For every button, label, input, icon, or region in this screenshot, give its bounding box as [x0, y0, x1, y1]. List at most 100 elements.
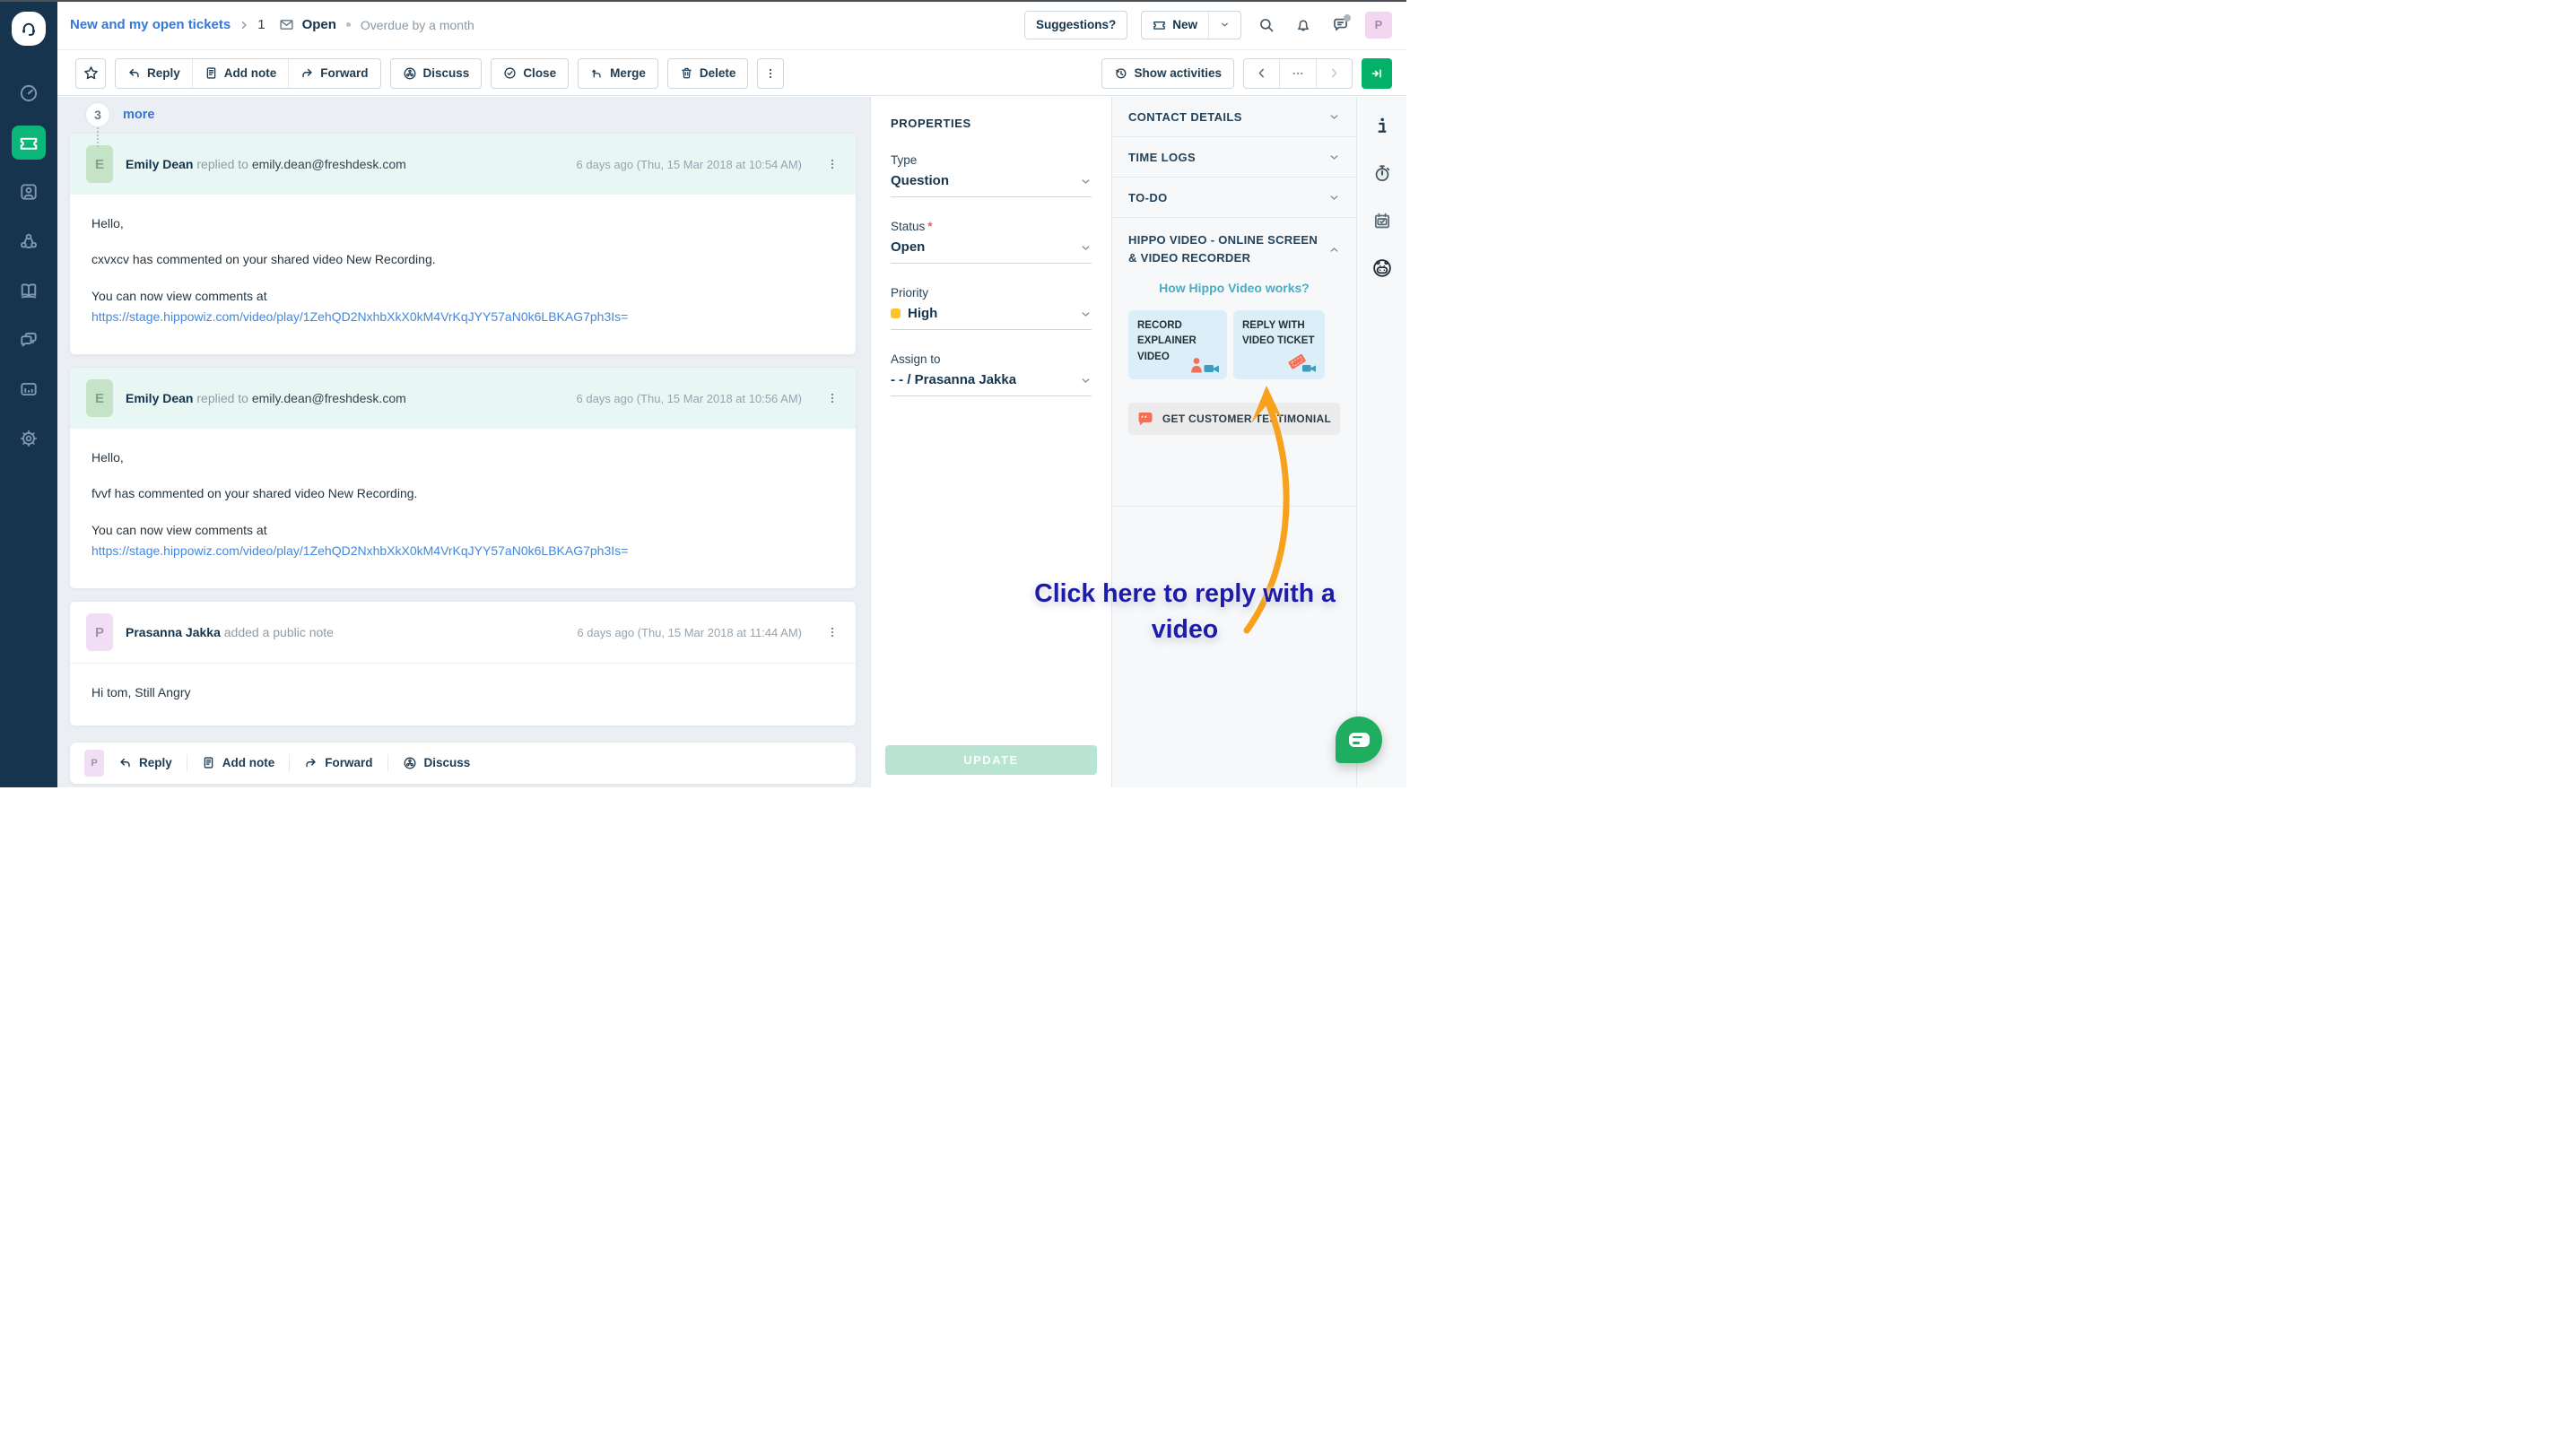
- kebab-icon: [826, 392, 839, 404]
- note-text: Hi tom, Still Angry: [91, 683, 834, 701]
- message-body: Hi tom, Still Angry: [70, 664, 856, 725]
- ellipsis-icon: [1292, 67, 1304, 80]
- sidebar-item-contacts[interactable]: [12, 175, 46, 209]
- hippo-section-header[interactable]: HIPPO VIDEO - ONLINE SCREEN & VIDEO RECO…: [1128, 231, 1340, 266]
- sidebar: [0, 0, 57, 787]
- collapsed-count-badge[interactable]: 3: [85, 102, 110, 127]
- show-activities-button[interactable]: Show activities: [1102, 59, 1233, 88]
- collapse-panel-button[interactable]: [1362, 58, 1392, 89]
- contact-details-section[interactable]: CONTACT DETAILS: [1112, 97, 1356, 137]
- message-menu-button[interactable]: [823, 389, 841, 407]
- kebab-icon: [764, 67, 777, 80]
- reply-button[interactable]: Reply: [116, 59, 192, 88]
- new-ticket-button[interactable]: New: [1142, 12, 1208, 39]
- record-explainer-video-card[interactable]: RECORD EXPLAINER VIDEO: [1128, 310, 1227, 379]
- video-link[interactable]: https://stage.hippowiz.com/video/play/1Z…: [91, 543, 628, 558]
- notifications-bell-icon[interactable]: [1292, 13, 1315, 37]
- get-customer-testimonial-button[interactable]: GET CUSTOMER TESTIMONIAL: [1128, 403, 1340, 435]
- contact-info-icon[interactable]: [1371, 115, 1393, 136]
- sender-name[interactable]: Emily Dean: [126, 157, 193, 171]
- expand-right-icon: [1370, 66, 1384, 81]
- action-text: replied to: [196, 391, 248, 405]
- forward-button[interactable]: Forward: [288, 59, 379, 88]
- delete-button[interactable]: Delete: [668, 59, 748, 88]
- kebab-icon: [826, 158, 839, 170]
- timestamp: 6 days ago (Thu, 15 Mar 2018 at 10:56 AM…: [577, 392, 802, 405]
- close-button[interactable]: Close: [492, 59, 568, 88]
- freshdesk-app: New and my open tickets 1 Open Overdue b…: [0, 0, 1406, 787]
- activity-clock-icon: [1114, 66, 1127, 80]
- todo-section[interactable]: TO-DO: [1112, 178, 1356, 218]
- discuss-button[interactable]: Discuss: [391, 59, 482, 88]
- chat-icon: [1349, 733, 1370, 747]
- sidebar-item-solutions[interactable]: [12, 274, 46, 308]
- todo-calendar-icon[interactable]: [1371, 210, 1393, 231]
- add-note-button[interactable]: Add note: [192, 59, 289, 88]
- reply-button[interactable]: Reply: [118, 756, 172, 769]
- sidebar-item-dashboard[interactable]: [12, 76, 46, 110]
- greeting: Hello,: [91, 448, 834, 466]
- assign-field: Assign to - - / Prasanna Jakka: [891, 352, 1092, 396]
- breadcrumb-ticket-list-link[interactable]: New and my open tickets: [70, 17, 231, 32]
- message-header: E Emily Dean replied to emily.dean@fresh…: [70, 134, 856, 195]
- star-button[interactable]: [75, 58, 106, 89]
- how-hippo-works-link[interactable]: How Hippo Video works?: [1128, 281, 1340, 295]
- search-icon[interactable]: [1255, 13, 1278, 37]
- kebab-icon: [826, 626, 839, 638]
- ticket-number: 1: [257, 17, 265, 32]
- note-icon: [205, 66, 218, 80]
- properties-title: PROPERTIES: [891, 117, 1092, 130]
- assign-label: Assign to: [891, 352, 941, 366]
- priority-select[interactable]: High: [891, 300, 1092, 330]
- update-button[interactable]: UPDATE: [885, 745, 1097, 775]
- chevron-up-icon: [1328, 244, 1340, 256]
- discuss-group: Discuss: [390, 58, 483, 89]
- more-actions-button[interactable]: [757, 58, 784, 89]
- priority-color-dot: [891, 308, 901, 318]
- sidebar-item-customers[interactable]: [12, 224, 46, 258]
- notification-dot: [1344, 14, 1351, 22]
- reply-with-video-ticket-card[interactable]: REPLY WITH VIDEO TICKET: [1233, 310, 1325, 379]
- sidebar-item-tickets[interactable]: [12, 126, 46, 160]
- quick-reply-bar: P Reply Add note Forward: [69, 742, 857, 785]
- reply-icon: [118, 756, 132, 769]
- topbar-actions: Suggestions? New: [1024, 11, 1392, 39]
- assign-select[interactable]: - - / Prasanna Jakka: [891, 366, 1092, 396]
- video-link[interactable]: https://stage.hippowiz.com/video/play/1Z…: [91, 309, 628, 324]
- sidebar-item-forums[interactable]: [12, 323, 46, 357]
- next-ticket-button[interactable]: [1316, 59, 1352, 88]
- sender-name[interactable]: Emily Dean: [126, 391, 193, 405]
- forward-button[interactable]: Forward: [304, 756, 372, 769]
- avatar: P: [84, 750, 104, 777]
- sidebar-item-admin[interactable]: [12, 421, 46, 456]
- whats-new-icon[interactable]: [1328, 13, 1352, 37]
- message-menu-button[interactable]: [823, 155, 841, 173]
- reply-icon: [127, 66, 141, 80]
- note-icon: [202, 756, 215, 769]
- chevron-down-icon: [1328, 192, 1340, 204]
- chat-widget-button[interactable]: [1336, 717, 1382, 763]
- type-select[interactable]: Question: [891, 167, 1092, 197]
- message-menu-button[interactable]: [823, 623, 841, 641]
- body-line: You can now view comments at: [91, 521, 834, 539]
- status-select[interactable]: Open: [891, 233, 1092, 264]
- properties-panel: PROPERTIES Type Question Status* Open Pr…: [870, 97, 1112, 787]
- time-logs-section[interactable]: TIME LOGS: [1112, 137, 1356, 178]
- time-logs-stopwatch-icon[interactable]: [1371, 162, 1393, 184]
- hippo-video-icon[interactable]: [1371, 257, 1393, 279]
- sidebar-item-analytics[interactable]: [12, 372, 46, 406]
- user-avatar[interactable]: P: [1365, 12, 1392, 39]
- suggestions-button[interactable]: Suggestions?: [1024, 11, 1127, 39]
- add-note-button[interactable]: Add note: [202, 756, 275, 769]
- show-more-link[interactable]: more: [123, 108, 154, 122]
- ticket-pager-menu-button[interactable]: [1279, 59, 1316, 88]
- new-ticket-dropdown[interactable]: [1208, 12, 1240, 39]
- sender-name[interactable]: Prasanna Jakka: [126, 625, 221, 639]
- discuss-button[interactable]: Discuss: [403, 756, 471, 770]
- message-card: E Emily Dean replied to emily.dean@fresh…: [69, 133, 857, 355]
- message-header: E Emily Dean replied to emily.dean@fresh…: [70, 368, 856, 429]
- recipient-email: emily.dean@freshdesk.com: [252, 157, 406, 171]
- merge-button[interactable]: Merge: [579, 59, 657, 88]
- freshdesk-logo-icon[interactable]: [12, 12, 46, 46]
- previous-ticket-button[interactable]: [1244, 59, 1279, 88]
